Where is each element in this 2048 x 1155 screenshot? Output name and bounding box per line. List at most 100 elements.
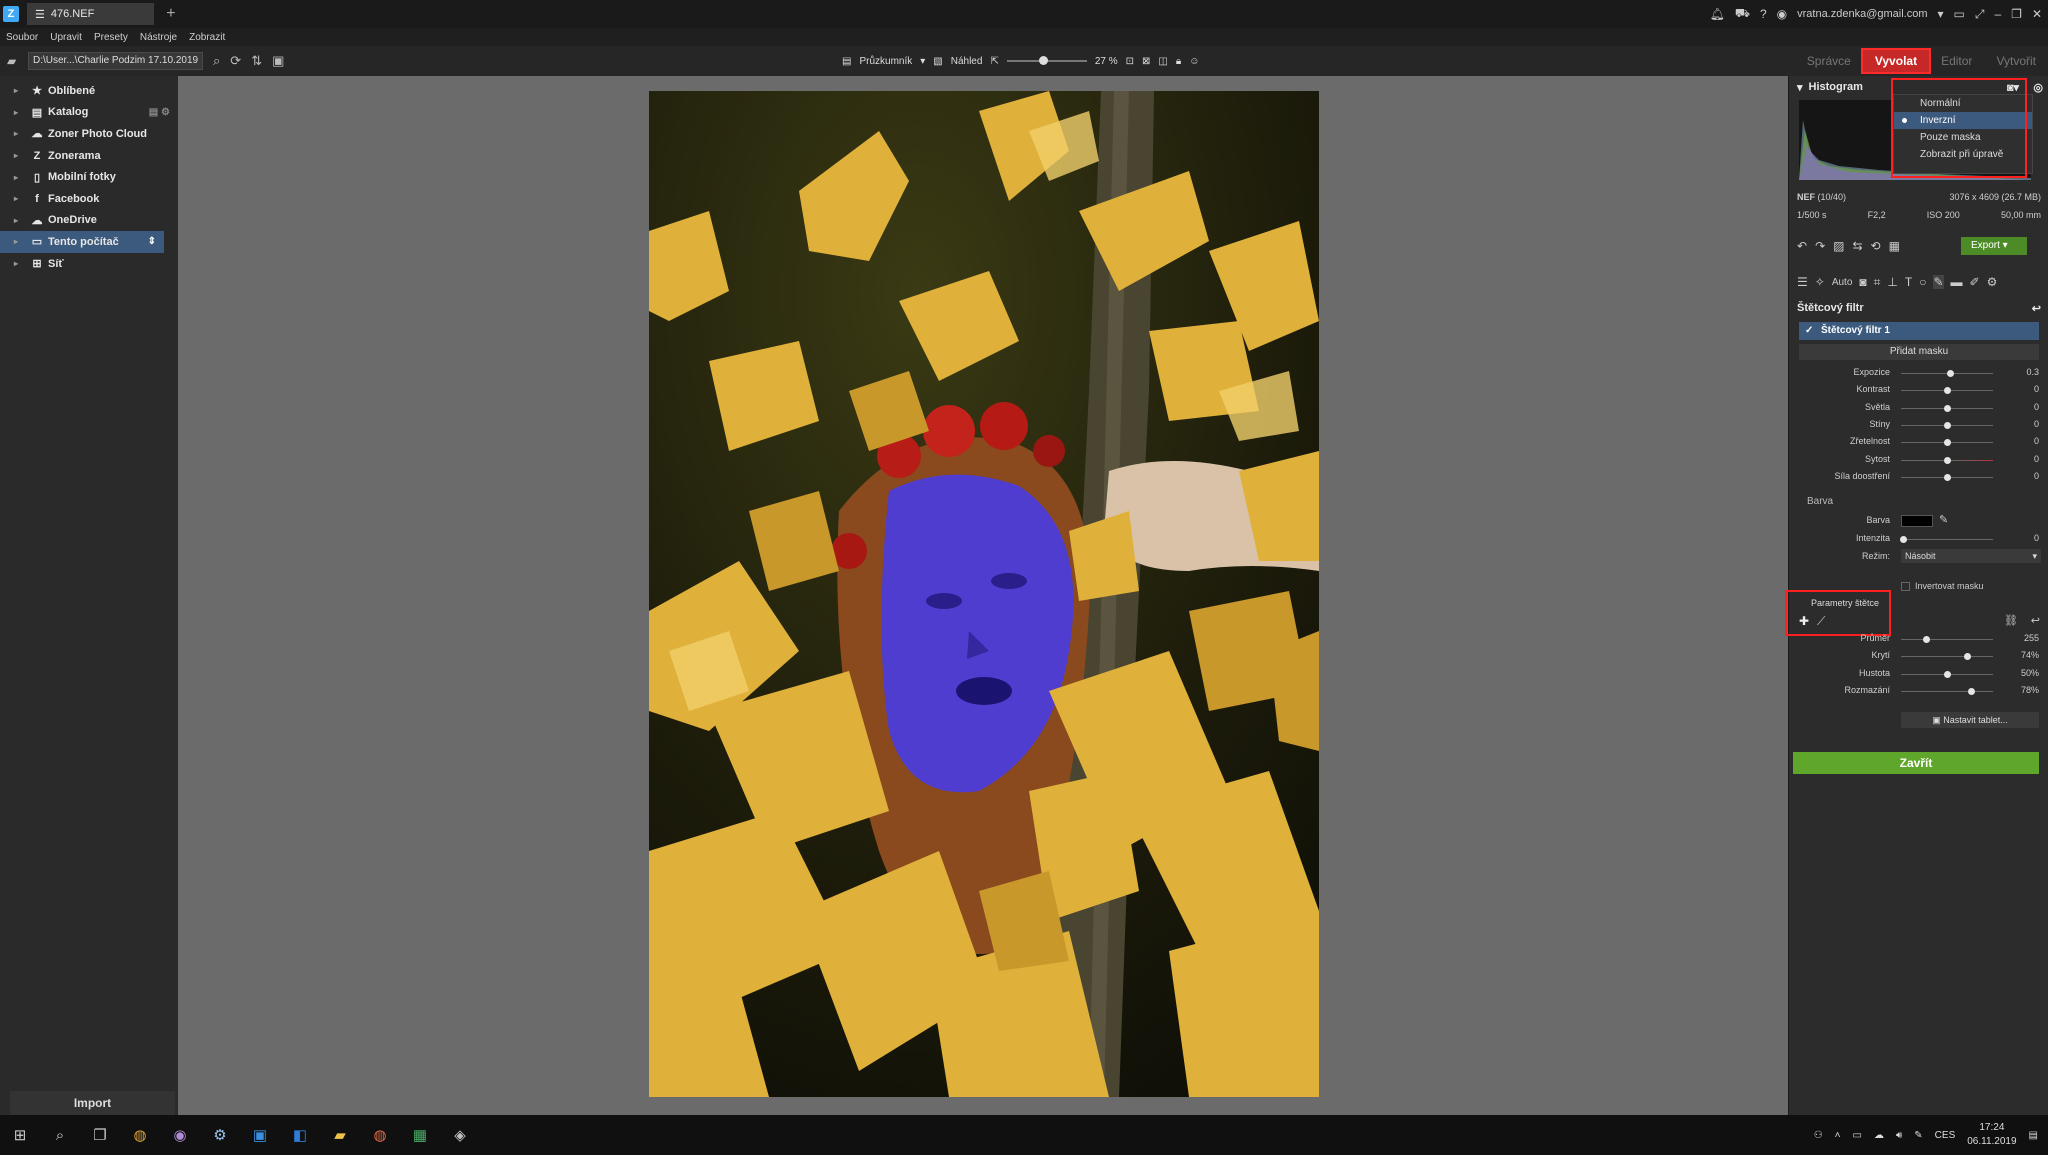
clock[interactable]: 17:24 06.11.2019 [1967,1121,2016,1149]
close-filter-button[interactable]: Zavřít [1793,752,2039,774]
expand-arrow-icon[interactable]: ▸ [14,86,18,95]
slider-track[interactable] [1901,421,1993,429]
network-icon[interactable]: ▭ [1853,1130,1862,1141]
preview-button[interactable]: Náhled [951,56,983,67]
notifications-icon[interactable]: 🔔︎ [1710,7,1725,21]
user-email[interactable]: vratna.zdenka@gmail.com [1797,8,1927,20]
slider-row[interactable]: Kontrast 0 [1789,383,2048,397]
zoom-slider-knob[interactable] [1038,56,1048,65]
slider-knob[interactable] [1922,636,1930,643]
sidebar-item[interactable]: ▸ ⊞ Síť [0,253,178,275]
slider-knob[interactable] [1944,670,1951,678]
intensity-slider[interactable]: Intenzita 0 [1789,532,2048,546]
tab-editor[interactable]: Editor [1929,54,1984,68]
slider-row[interactable]: Hustota 50% [1789,667,2048,681]
new-tab-icon[interactable]: + [166,5,175,23]
sidebar-item[interactable]: ▸ Z Zonerama [0,145,178,167]
sliders-icon[interactable]: ☰ [1797,275,1808,289]
people-icon[interactable]: ⚇ [1814,1130,1823,1141]
user-icon[interactable]: ◉ [1777,7,1787,21]
invert-mask-checkbox[interactable] [1901,582,1910,591]
slider-knob[interactable] [1964,653,1972,661]
file-explorer-icon[interactable]: ▰ [320,1115,360,1155]
fullscreen-icon[interactable]: ⤢ [1975,7,1985,22]
sidebar-item[interactable]: ▸ ☁ OneDrive [0,210,178,232]
import-button[interactable]: Import [10,1091,175,1115]
rotate-icon[interactable]: ⟲ [1871,239,1881,253]
explorer-button[interactable]: Průzkumník [859,56,912,67]
crop-icon[interactable]: ⌗ [1874,275,1881,290]
expand-arrow-icon[interactable]: ▸ [14,151,18,160]
sort-icon[interactable]: ⇅ [251,53,262,69]
brush-filter-item[interactable]: Štětcový filtr 1 [1799,322,2039,340]
sidebar-item[interactable]: ▸ ☁ Zoner Photo Cloud [0,123,178,145]
slider-knob[interactable] [1944,473,1951,481]
auto-button[interactable]: Auto [1832,277,1853,288]
sidebar-item[interactable]: ▸ ▯ Mobilní fotky [0,166,178,188]
screen-icon[interactable]: ▭ [1954,7,1965,21]
pen-icon[interactable]: ✎ [1914,1130,1922,1141]
reset-icon[interactable]: ↩ [2032,302,2041,315]
slider-track[interactable] [1901,439,1993,447]
tablet-settings-button[interactable]: ▣ Nastavit tablet... [1901,712,2039,728]
link-icon[interactable]: ⛓ [2004,614,2018,627]
expand-arrow-icon[interactable]: ▸ [14,173,18,182]
slider-track[interactable] [1901,636,1993,643]
menu-file[interactable]: Soubor [6,32,38,43]
slider-row[interactable]: Sytost 0 [1789,453,2048,467]
invert-mask-label[interactable]: Invertovat masku [1915,581,1984,591]
expand-arrow-icon[interactable]: ▸ [14,129,18,138]
reset-brush-icon[interactable]: ↩ [2031,614,2040,627]
sidebar-item[interactable]: ▸ ▭ Tento počítač ⇕ [0,231,164,253]
slider-row[interactable]: Zřetelnost 0 [1789,435,2048,449]
expand-arrow-icon[interactable]: ▸ [14,259,18,268]
slider-track[interactable] [1901,653,1993,661]
expand-arrow-icon[interactable]: ▸ [14,108,18,117]
slider-track[interactable] [1901,687,1993,695]
slider-knob[interactable] [1944,439,1951,447]
collapse-arrow-icon[interactable]: ▾ [1797,81,1803,94]
settings-icon[interactable]: ⚙ [1987,275,1998,289]
expand-arrow-icon[interactable]: ▸ [14,237,18,246]
radial-filter-icon[interactable]: ○ [1919,275,1926,289]
maximize-icon[interactable]: ❐ [2011,7,2022,21]
undo-icon[interactable]: ↶ [1797,239,1807,253]
search-icon[interactable]: ⌕ [40,1115,80,1155]
sidebar-item[interactable]: ▸ ★ Oblíbené [0,80,178,102]
chrome-icon[interactable]: ◍ [120,1115,160,1155]
intensity-track[interactable] [1899,536,1993,543]
eyedropper-icon[interactable]: ✎ [1939,513,1948,526]
external-window-icon[interactable]: ⇱ [990,56,998,67]
expand-arrow-icon[interactable]: ▸ [14,216,18,225]
intensity-knob[interactable] [1899,536,1907,543]
redo-icon[interactable]: ↷ [1815,239,1825,253]
slider-track[interactable] [1901,370,1993,377]
lock-icon[interactable]: 🔒︎ [1176,56,1181,67]
menu-presets[interactable]: Presety [94,32,128,43]
slider-row[interactable]: Světla 0 [1789,401,2048,415]
preview-canvas[interactable] [178,76,1788,1115]
tab-create[interactable]: Vytvořit [1984,54,2048,68]
slider-knob[interactable] [1946,370,1954,377]
tray-chevron-icon[interactable]: ˄ [1835,1130,1841,1141]
slider-track[interactable] [1901,473,1993,481]
slider-knob[interactable] [1944,404,1951,412]
path-field[interactable]: D:\User...\Charlie Podzim 17.10.2019 [28,52,203,70]
export-button[interactable]: Export ▾ [1961,237,2027,255]
close-icon[interactable]: ✕ [2032,7,2042,21]
slider-row[interactable]: Průměr 255 [1789,632,2048,646]
menu-view[interactable]: Zobrazit [189,32,225,43]
camera-icon[interactable]: ◙ [1859,275,1866,289]
search-icon[interactable]: ⌕ [213,53,220,69]
slider-track[interactable] [1901,456,1993,464]
refresh-icon[interactable]: ⟳ [230,53,241,69]
notification-center-icon[interactable]: ▤ [2029,1130,2038,1141]
task-view-icon[interactable]: ❐ [80,1115,120,1155]
zoner-taskbar-icon[interactable]: ◈ [440,1115,480,1155]
chevron-down-icon[interactable]: ▾ [1938,7,1944,21]
document-tab[interactable]: ☰ 476.NEF [27,3,155,25]
slider-row[interactable]: Krytí 74% [1789,649,2048,663]
perspective-icon[interactable]: ⊥ [1887,275,1897,289]
photo-preview[interactable] [649,91,1319,1097]
menu-tools[interactable]: Nástroje [140,32,177,43]
